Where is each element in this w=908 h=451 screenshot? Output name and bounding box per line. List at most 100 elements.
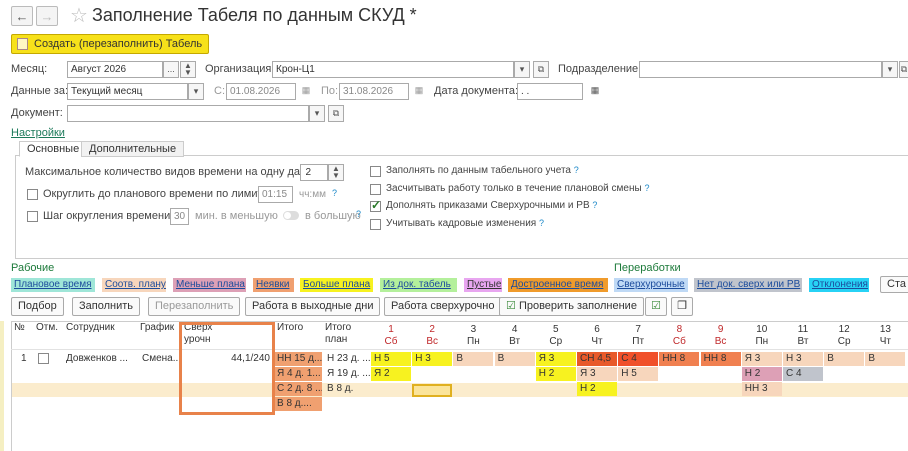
refill-button[interactable]: Перезаполнить xyxy=(148,297,241,316)
day-cell[interactable]: Н 3 xyxy=(783,352,823,366)
legend-overtime-title: Переработки xyxy=(614,262,681,274)
legend-item-6[interactable]: Пустые xyxy=(464,278,502,292)
plan-cell-1[interactable]: Я 19 д. ... xyxy=(324,367,370,381)
day-header-1: 1 Сб xyxy=(384,324,398,347)
tab-main[interactable]: Основные xyxy=(19,141,88,157)
day-cell[interactable]: Н 2 xyxy=(535,367,576,381)
org-input[interactable]: Крон-Ц1 xyxy=(272,61,514,78)
document-dropdown[interactable]: ▾ xyxy=(309,105,325,122)
document-input[interactable] xyxy=(67,105,309,122)
org-dropdown[interactable]: ▾ xyxy=(514,61,530,78)
dept-input[interactable] xyxy=(639,61,882,78)
doc-date-label: Дата документа: xyxy=(434,85,519,97)
legend-item-5[interactable]: Из док. табель xyxy=(380,278,457,292)
doc-calendar-button[interactable]: ▦ xyxy=(587,83,603,100)
month-label: Месяц: xyxy=(11,63,48,75)
toggle-knob-icon xyxy=(284,212,291,219)
step-input[interactable]: 30 xyxy=(170,208,189,225)
total-cell-0[interactable]: НН 15 д... xyxy=(274,352,322,366)
settings-link[interactable]: Настройки xyxy=(11,127,65,139)
legend-item-7[interactable]: Достроенное время xyxy=(508,278,608,292)
day-cell[interactable]: Н 3 xyxy=(412,352,453,366)
round-checkbox[interactable] xyxy=(27,189,38,200)
plan-cell-2[interactable]: В 8 д. xyxy=(324,382,370,396)
doc-date-input[interactable]: . . xyxy=(517,83,583,100)
day-cell[interactable]: СН 4,5 xyxy=(577,352,617,366)
day-cell[interactable]: С 4 xyxy=(783,367,823,381)
step-direction-toggle[interactable] xyxy=(283,211,299,220)
total-cell-3[interactable]: В 8 д.... xyxy=(274,397,322,411)
to-calendar-button[interactable]: ▦ xyxy=(411,83,427,100)
overtime-work-button[interactable]: Работа сверхурочно xyxy=(384,297,502,316)
plan-cell-0[interactable]: Н 23 д. ... xyxy=(324,352,370,366)
to-date-input[interactable]: 31.08.2026 xyxy=(339,83,409,100)
create-timesheet-button[interactable]: Создать (перезаполнить) Табель xyxy=(11,34,210,54)
round-help-icon[interactable]: ? xyxy=(332,188,337,198)
day-cell[interactable]: НН 8 xyxy=(659,352,700,366)
total-cell-2[interactable]: С 2 д. 8 ... xyxy=(274,382,322,396)
step-help-icon[interactable]: ? xyxy=(356,209,361,219)
dept-label: Подразделение: xyxy=(558,63,642,75)
day-cell[interactable]: Я 3 xyxy=(741,352,782,366)
data-for-dropdown[interactable]: ▾ xyxy=(188,83,204,100)
legend-item-1[interactable]: Соотв. плану xyxy=(102,278,166,292)
row-mark-checkbox[interactable] xyxy=(38,353,49,364)
data-for-select[interactable]: Текущий месяц xyxy=(67,83,188,100)
day-cell[interactable]: В xyxy=(494,352,535,366)
selected-cell[interactable] xyxy=(412,384,452,397)
opt2-checkbox[interactable] xyxy=(370,184,381,195)
row-schedule[interactable]: Смена... xyxy=(139,352,179,366)
legend-item-8[interactable]: Сверхурочные xyxy=(614,278,688,292)
opt3-checkbox[interactable] xyxy=(370,198,381,212)
from-calendar-button[interactable]: ▦ xyxy=(298,83,314,100)
legend-item-9[interactable]: Нет док. сверх или РВ xyxy=(694,278,802,292)
day-cell[interactable]: С 4 xyxy=(618,352,659,366)
weekend-work-button[interactable]: Работа в выходные дни xyxy=(245,297,381,316)
legend-item-3[interactable]: Неявки xyxy=(253,278,294,292)
day-cell[interactable]: Я 2 xyxy=(371,367,411,381)
back-button[interactable]: ← xyxy=(11,6,33,26)
month-stepper[interactable]: ▲ ▼ xyxy=(180,61,196,78)
legend-item-4[interactable]: Больше плана xyxy=(300,278,373,292)
day-cell[interactable]: Я 3 xyxy=(577,367,617,381)
mark-all-button[interactable]: ☑ xyxy=(645,297,667,316)
from-date-input[interactable]: 01.08.2026 xyxy=(226,83,296,100)
dept-dropdown[interactable]: ▾ xyxy=(882,61,898,78)
total-cell-1[interactable]: Я 4 д. 1... xyxy=(274,367,322,381)
tab-additional[interactable]: Дополнительные xyxy=(81,141,185,157)
day-cell[interactable]: Н 5 xyxy=(618,367,659,381)
org-open-button[interactable]: ⧉ xyxy=(533,61,549,78)
check-fill-button[interactable]: ☑ Проверить заполнение xyxy=(499,297,644,316)
day-cell[interactable]: НН 8 xyxy=(700,352,741,366)
row-employee[interactable]: Довженков ... xyxy=(63,352,135,366)
day-cell[interactable]: Н 5 xyxy=(371,352,411,366)
data-for-label: Данные за: xyxy=(11,85,69,97)
legend-item-0[interactable]: Плановое время xyxy=(11,278,95,292)
unmark-all-button[interactable]: ❐ xyxy=(671,297,693,316)
day-cell[interactable]: В xyxy=(453,352,494,366)
favorite-star-icon[interactable]: ☆ xyxy=(70,3,88,28)
document-open-button[interactable]: ⧉ xyxy=(328,105,344,122)
day-cell[interactable]: Н 2 xyxy=(741,367,782,381)
select-button[interactable]: Подбор xyxy=(11,297,64,316)
legend-extra-button[interactable]: Ста xyxy=(880,276,908,293)
step-checkbox[interactable] xyxy=(27,211,38,222)
day-cell[interactable]: Н 2 xyxy=(577,382,617,396)
forward-button[interactable]: → xyxy=(36,6,58,26)
dept-open-button[interactable]: ⧉ xyxy=(899,61,908,78)
day-header-8: 8 Сб xyxy=(672,324,686,347)
opt1-checkbox[interactable] xyxy=(370,166,381,177)
day-cell[interactable]: НН 3 xyxy=(741,382,782,396)
day-cell[interactable]: В xyxy=(865,352,906,366)
day-cell[interactable]: В xyxy=(824,352,865,366)
max-types-input[interactable]: 2 xyxy=(300,164,328,181)
month-input[interactable]: Август 2026 xyxy=(67,61,163,78)
month-select-button[interactable]: ... xyxy=(163,61,179,78)
legend-item-10[interactable]: Отклонения xyxy=(809,278,869,292)
max-types-stepper[interactable]: ▲ ▼ xyxy=(328,164,344,181)
opt4-checkbox[interactable] xyxy=(370,219,381,230)
round-limit-input[interactable]: 01:15 xyxy=(258,186,293,203)
fill-button[interactable]: Заполнить xyxy=(72,297,141,316)
legend-item-2[interactable]: Меньше плана xyxy=(173,278,246,292)
day-cell[interactable]: Я 3 xyxy=(535,352,576,366)
